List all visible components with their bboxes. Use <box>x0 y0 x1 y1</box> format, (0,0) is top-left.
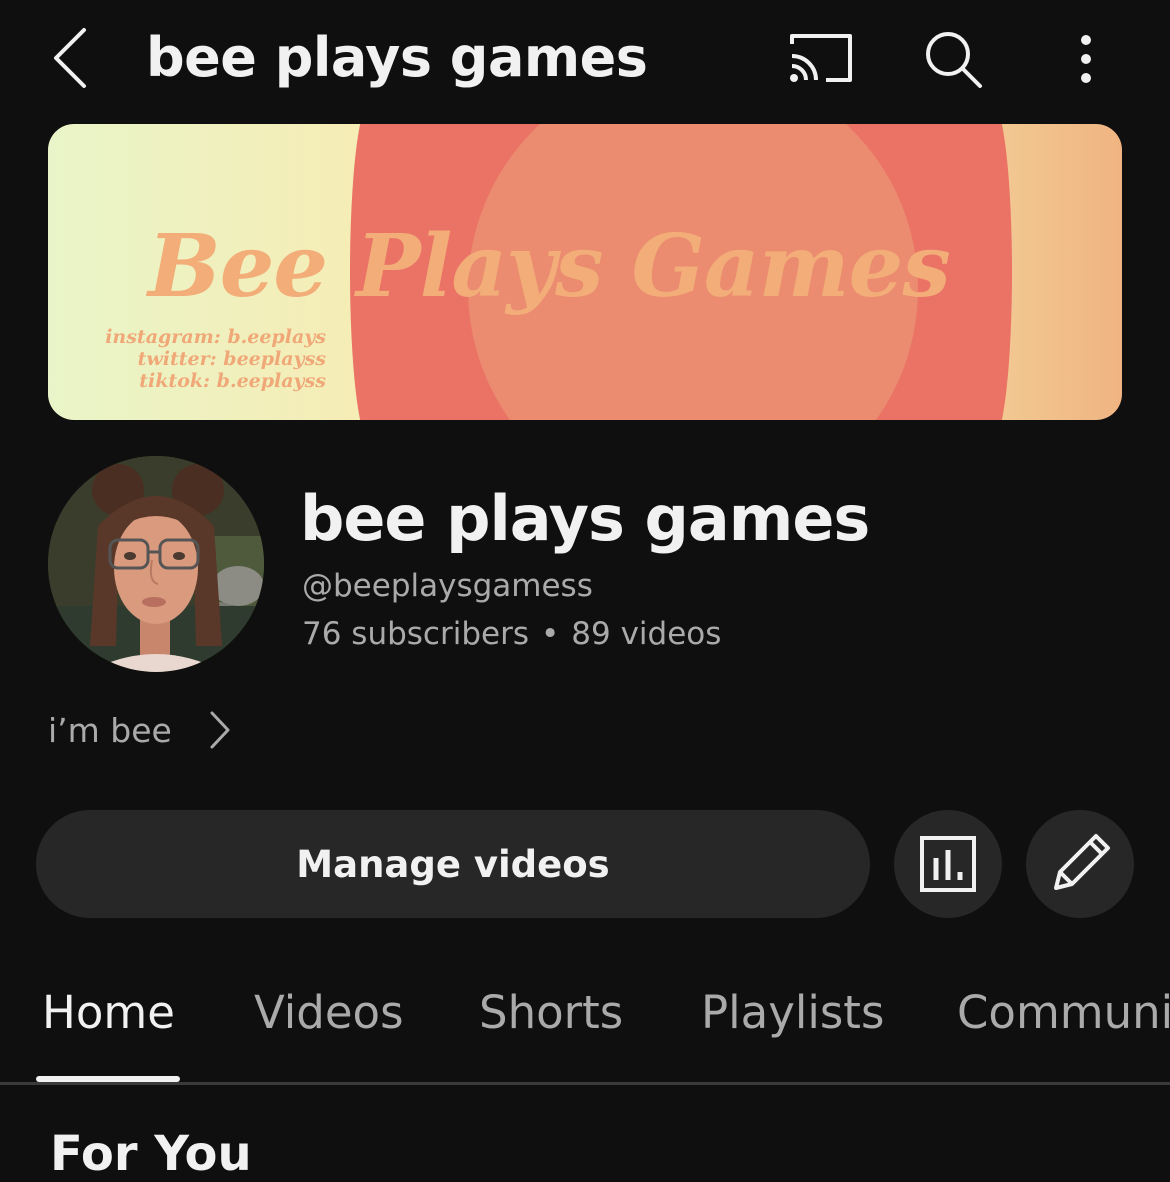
banner-social-twitter: twitter: beeplayss <box>137 348 326 370</box>
tab-community[interactable]: Communi <box>957 986 1170 1039</box>
pencil-icon <box>1054 834 1110 890</box>
edit-channel-button[interactable] <box>1026 810 1134 918</box>
analytics-icon <box>920 836 976 892</box>
search-icon <box>926 32 982 88</box>
tabs-divider <box>0 1082 1170 1085</box>
channel-stats: 76 subscribers • 89 videos <box>302 616 721 652</box>
banner-social-tiktok: tiktok: b.eeplayss <box>139 370 326 392</box>
more-options-button[interactable] <box>1066 30 1106 90</box>
cast-icon <box>790 34 852 82</box>
back-button[interactable] <box>48 26 96 90</box>
channel-description[interactable]: i’m bee <box>48 708 232 752</box>
channel-tabs: Home Videos Shorts Playlists Communi <box>0 960 1170 1084</box>
search-button[interactable] <box>922 28 986 92</box>
tab-videos[interactable]: Videos <box>254 986 404 1039</box>
banner-social-instagram: instagram: b.eeplays <box>105 326 326 348</box>
banner-socials: instagram: b.eeplays twitter: beeplayss … <box>70 326 326 392</box>
channel-handle: @beeplaysgamess <box>302 568 593 604</box>
cast-button[interactable] <box>786 30 856 86</box>
subscriber-count: 76 subscribers <box>302 616 529 652</box>
top-app-bar: bee plays games <box>0 0 1170 120</box>
channel-description-text: i’m bee <box>48 710 172 750</box>
more-vertical-icon <box>1081 35 1091 83</box>
manage-videos-button[interactable]: Manage videos <box>36 810 870 918</box>
chevron-right-icon <box>210 711 230 749</box>
chevron-left-icon <box>54 28 86 88</box>
section-title: For You <box>50 1126 252 1182</box>
channel-avatar[interactable] <box>48 456 264 672</box>
video-count: 89 videos <box>571 616 722 652</box>
tab-home[interactable]: Home <box>42 986 175 1039</box>
tab-playlists[interactable]: Playlists <box>701 986 884 1039</box>
header-title: bee plays games <box>146 26 648 89</box>
stats-separator: • <box>540 616 560 652</box>
tab-shorts[interactable]: Shorts <box>479 986 623 1039</box>
channel-banner: Bee Plays Games instagram: b.eeplays twi… <box>48 124 1122 420</box>
avatar-image <box>48 456 264 672</box>
banner-title: Bee Plays Games <box>148 216 951 317</box>
channel-name: bee plays games <box>300 482 870 555</box>
analytics-button[interactable] <box>894 810 1002 918</box>
